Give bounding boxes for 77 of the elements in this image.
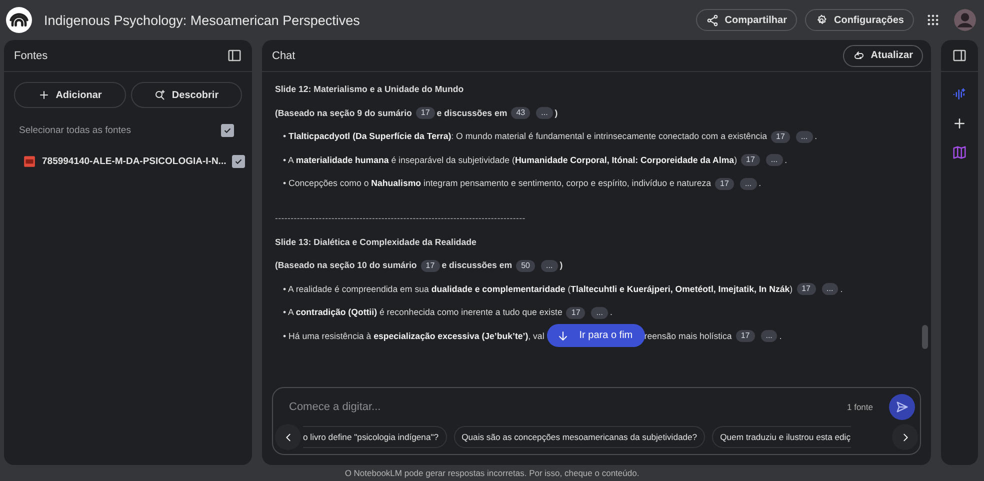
bullet-text: • A realidade é compreendida em sua dualidade e complementaridade (Tlaltecuhtli e Kuerájperi, Ometéotl, Imejtatik, In Nzák): [283, 284, 793, 294]
plus-icon: [952, 116, 967, 131]
notebook-title: Indigenous Psychology: Mesoamerican Perspectives: [44, 12, 360, 28]
jump-to-end-button[interactable]: Ir para o fim: [547, 324, 645, 348]
citation-chip[interactable]: 17: [715, 178, 734, 190]
checkbox[interactable]: [221, 124, 234, 137]
scrollbar-thumb[interactable]: [922, 325, 928, 349]
pdf-file-icon: [23, 155, 36, 168]
discover-button[interactable]: Descobrir: [130, 82, 242, 108]
audio-wave-icon: [952, 87, 967, 102]
message-input[interactable]: Comece a digitar...: [287, 400, 837, 414]
citation-chip[interactable]: 17: [741, 154, 760, 166]
source-note: ): [554, 108, 558, 118]
down-arrow-icon: [557, 330, 570, 342]
source-note: ): [560, 260, 563, 270]
share-button[interactable]: Compartilhar: [696, 9, 797, 31]
source-note: (Baseado na seção 10 do sumário: [275, 260, 417, 270]
citation-chip[interactable]: 50: [516, 260, 536, 272]
send-icon: [895, 400, 909, 414]
bullet-text: .: [779, 330, 782, 340]
avatar[interactable]: [954, 9, 976, 31]
citation-chip[interactable]: 17: [796, 283, 816, 296]
citation-chip[interactable]: ...: [591, 306, 608, 319]
source-count: 1 fonte: [847, 402, 873, 412]
panel-icon: [952, 48, 967, 63]
citation-chip[interactable]: ...: [536, 107, 553, 120]
map-icon: [952, 145, 967, 160]
citation-chip[interactable]: 17: [736, 330, 755, 342]
citation-chip[interactable]: 17: [416, 107, 435, 120]
citation-chip[interactable]: ...: [822, 283, 838, 296]
suggestion-chip[interactable]: o livro define "psicologia indígena"?: [303, 426, 447, 448]
plus-icon: [38, 89, 50, 101]
suggestion-chip[interactable]: Quem traduziu e ilustrou esta ediç: [712, 426, 850, 448]
bullet-text: • A contradição (Qottii) é reconhecida como inerente a tudo que existe: [283, 307, 562, 317]
panel-title: Chat: [272, 50, 296, 62]
gear-icon: [814, 14, 828, 26]
disclaimer-text: O NotebookLM pode gerar respostas incorretas. Por isso, cheque o conteúdo.: [344, 468, 640, 478]
bullet-text: .: [784, 154, 788, 164]
source-note: e discussões em: [436, 108, 508, 118]
dashed-separator: --------------------------------------------------------------------------------: [275, 213, 526, 223]
bullet-text: • Há uma resistência à especialização excessiva (Je’buk’te’), val: [283, 330, 544, 340]
bullet-text: .: [610, 307, 612, 317]
source-note: (Baseado na seção 9 do sumário: [275, 108, 412, 118]
bullet-text: .: [758, 178, 762, 188]
citation-chip[interactable]: ...: [760, 330, 778, 342]
bullet-text: • Tlalticpacdyotl (Da Superfície da Terra): O mundo material é fundamental e intrinsecamente conectado com a existência: [283, 131, 768, 141]
send-button[interactable]: [889, 394, 915, 420]
suggestion-chip[interactable]: Quais são as concepções mesoamericanas da subjetividade?: [454, 426, 706, 448]
citation-chip[interactable]: ...: [541, 260, 558, 272]
source-item[interactable]: 785994140-ALE-M-DA-PSICOLOGIA-I-N...: [42, 156, 226, 167]
bullet-text: • Concepções como o Nahualismo integram pensamento e sentimento, corpo e espírito, indivíduo e natureza: [283, 178, 712, 188]
panel-title: Fontes: [14, 50, 48, 62]
refresh-button[interactable]: Atualizar: [842, 44, 923, 66]
settings-button[interactable]: Configurações: [804, 9, 914, 31]
citation-chip[interactable]: 43: [511, 107, 530, 120]
citation-chip[interactable]: ...: [766, 154, 783, 166]
refresh-icon: [852, 50, 865, 62]
checkbox[interactable]: [232, 155, 246, 168]
citation-chip[interactable]: 17: [566, 306, 586, 319]
slide-heading: Slide 13: Dialética e Complexidade da Realidade: [275, 236, 476, 246]
bullet-text: • A materialidade humana é inseparável da subjetividade (Humanidade Corporal, Itónal: Corporeidade da Alma): [283, 154, 738, 164]
bullet-text: reensão mais holística: [644, 330, 732, 340]
panel-icon: [227, 48, 242, 63]
share-icon: [706, 14, 719, 26]
citation-chip[interactable]: 17: [771, 130, 790, 143]
slide-heading: Slide 12: Materialismo e a Unidade do Mundo: [275, 84, 464, 94]
citation-chip[interactable]: ...: [796, 130, 813, 143]
apps-grid-icon: [926, 13, 940, 27]
bullet-text: .: [840, 284, 843, 294]
source-note: e discussões em: [442, 260, 512, 270]
discover-icon: [154, 89, 166, 101]
select-all-label: Selecionar todas as fontes: [19, 125, 132, 136]
bullet-text: .: [814, 131, 818, 141]
logo-icon: [6, 7, 32, 33]
citation-chip[interactable]: 17: [420, 260, 440, 272]
citation-chip[interactable]: ...: [740, 178, 757, 190]
add-source-button[interactable]: Adicionar: [14, 82, 126, 108]
